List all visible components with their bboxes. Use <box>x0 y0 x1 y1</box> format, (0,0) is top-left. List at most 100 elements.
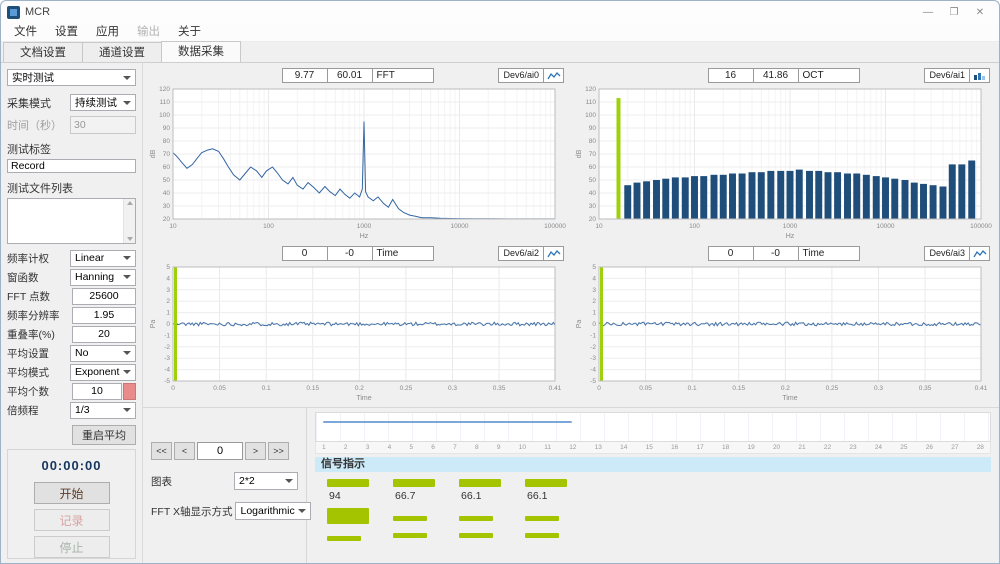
svg-text:Time: Time <box>356 395 371 402</box>
first-page-button[interactable]: << <box>151 442 172 460</box>
channel-top-meter <box>327 479 369 487</box>
signal-channel-2: 66.7 <box>393 479 459 541</box>
setting-select-freq-weighting[interactable]: Linear <box>70 250 136 267</box>
last-page-button[interactable]: >> <box>268 442 289 460</box>
title-bar: MCR — ❐ ✕ <box>1 1 999 23</box>
scroll-down-icon[interactable] <box>127 237 133 241</box>
svg-text:-3: -3 <box>164 355 170 362</box>
menu-item-settings[interactable]: 设置 <box>46 23 87 42</box>
close-icon[interactable]: ✕ <box>967 7 993 18</box>
ruler-tick: 15 <box>646 444 653 451</box>
channel-low-meter <box>459 533 493 538</box>
setting-value-overlap[interactable]: 20 <box>72 326 136 343</box>
test-file-list[interactable] <box>7 198 136 244</box>
chart-fft: 9.7760.01FFTDev6/ai012011010090807060504… <box>147 65 567 241</box>
chevron-down-icon <box>123 275 131 279</box>
ruler-tick: 17 <box>697 444 704 451</box>
scrollbar[interactable] <box>123 199 135 243</box>
svg-text:-1: -1 <box>590 332 596 339</box>
chart-layout-select[interactable]: 2*2 <box>234 472 298 490</box>
setting-label-overlap: 重叠率(%) <box>7 327 55 342</box>
chart-fft-device-name: Dev6/ai0 <box>498 68 544 83</box>
prev-page-button[interactable]: < <box>174 442 195 460</box>
svg-text:-4: -4 <box>164 367 170 374</box>
setting-label-avg-mode: 平均模式 <box>7 365 49 380</box>
setting-value-avg-setting: No <box>75 347 88 359</box>
signal-channel-4: 66.1 <box>525 479 591 541</box>
scroll-up-icon[interactable] <box>127 201 133 205</box>
sidebar: 实时测试 采集模式 持续测试 时间（秒） 测试标签 测试文件列表 <box>1 63 143 563</box>
svg-text:1000: 1000 <box>783 223 798 230</box>
tab-channel-settings[interactable]: 通道设置 <box>82 42 162 62</box>
menu-item-about[interactable]: 关于 <box>169 23 210 42</box>
chart-time-ai3-plot[interactable]: 543210-1-2-3-4-500.050.10.150.20.250.30.… <box>573 262 993 403</box>
channel-mid-meter <box>525 516 559 521</box>
svg-text:100000: 100000 <box>544 223 566 230</box>
chart-time-ai2-device-name: Dev6/ai2 <box>498 246 544 261</box>
setting-value-avg-count[interactable]: 10 <box>72 383 122 400</box>
setting-value-freq-resolution[interactable]: 1.95 <box>72 307 136 324</box>
svg-text:100: 100 <box>159 112 170 119</box>
test-mode-value: 实时测试 <box>12 70 54 85</box>
svg-text:10: 10 <box>595 223 603 230</box>
test-label-input[interactable] <box>7 159 136 173</box>
svg-text:4: 4 <box>592 275 596 282</box>
svg-text:Hz: Hz <box>360 233 369 240</box>
chart-oct-plot[interactable]: 1201101009080706050403020101001000100001… <box>573 84 993 241</box>
next-page-button[interactable]: > <box>245 442 266 460</box>
ruler-tick: 16 <box>671 444 678 451</box>
setting-control-fft-points: 25600 <box>72 288 136 305</box>
chart-time-ai3-device-badge[interactable]: Dev6/ai3 <box>924 246 990 261</box>
chart-time-ai2-plot[interactable]: 543210-1-2-3-4-500.050.10.150.20.250.30.… <box>147 262 567 403</box>
chart-time-ai2: 0-0TimeDev6/ai2543210-1-2-3-4-500.050.10… <box>147 243 567 403</box>
svg-text:50: 50 <box>163 177 171 184</box>
menu-item-file[interactable]: 文件 <box>5 23 46 42</box>
svg-text:70: 70 <box>589 151 597 158</box>
fft-axis-select[interactable]: Logarithmic <box>235 502 310 520</box>
start-button[interactable]: 开始 <box>34 482 110 504</box>
setting-select-octave[interactable]: 1/3 <box>70 402 136 419</box>
minimize-icon[interactable]: — <box>915 7 941 18</box>
duration-row: 时间（秒） <box>7 115 136 134</box>
svg-text:120: 120 <box>585 86 596 93</box>
line-chart-icon[interactable] <box>544 246 564 261</box>
chart-fft-plot[interactable]: 1201101009080706050403020101001000100001… <box>147 84 567 241</box>
setting-control-overlap: 20 <box>72 326 136 343</box>
chart-layout-row: 图表 2*2 <box>151 472 298 490</box>
channel-value: 94 <box>329 490 393 502</box>
acq-mode-select[interactable]: 持续测试 <box>70 94 136 111</box>
timeline-ruler[interactable]: 1234567891011121314151617181920212223242… <box>315 442 991 454</box>
maximize-icon[interactable]: ❐ <box>941 7 967 18</box>
window-controls: — ❐ ✕ <box>915 7 993 18</box>
setting-label-freq-weighting: 频率计权 <box>7 251 49 266</box>
tab-doc-settings[interactable]: 文档设置 <box>3 42 83 62</box>
menu-item-apply[interactable]: 应用 <box>87 23 128 42</box>
timeline-overview[interactable] <box>315 412 991 442</box>
signal-indicator-header: 信号指示 <box>315 457 991 472</box>
chart-time-ai2-device-badge[interactable]: Dev6/ai2 <box>498 246 564 261</box>
tab-data-acquisition[interactable]: 数据采集 <box>161 41 241 62</box>
svg-text:120: 120 <box>159 86 170 93</box>
chart-oct-device-badge[interactable]: Dev6/ai1 <box>924 68 990 83</box>
svg-text:0.15: 0.15 <box>306 385 319 392</box>
svg-text:50: 50 <box>589 177 597 184</box>
setting-select-avg-setting[interactable]: No <box>70 345 136 362</box>
line-chart-icon[interactable] <box>970 246 990 261</box>
restart-row: 重启平均 <box>7 425 136 445</box>
ruler-tick: 13 <box>595 444 602 451</box>
chevron-down-icon <box>285 479 293 483</box>
restart-average-button[interactable]: 重启平均 <box>72 425 136 445</box>
setting-label-octave: 倍频程 <box>7 403 39 418</box>
avg-count-flag <box>123 383 136 400</box>
svg-text:0.25: 0.25 <box>826 385 839 392</box>
action-buttons: 开始记录停止 <box>34 477 110 558</box>
test-mode-select[interactable]: 实时测试 <box>7 69 136 86</box>
chart-fft-device-badge[interactable]: Dev6/ai0 <box>498 68 564 83</box>
setting-value-fft-points[interactable]: 25600 <box>72 288 136 305</box>
line-chart-icon[interactable] <box>544 68 564 83</box>
setting-select-avg-mode[interactable]: Exponential <box>70 364 136 381</box>
setting-select-window-function[interactable]: Hanning <box>70 269 136 286</box>
menu-item-output[interactable]: 输出 <box>128 23 169 42</box>
bar-chart-icon[interactable] <box>970 68 990 83</box>
app-title: MCR <box>25 6 50 18</box>
